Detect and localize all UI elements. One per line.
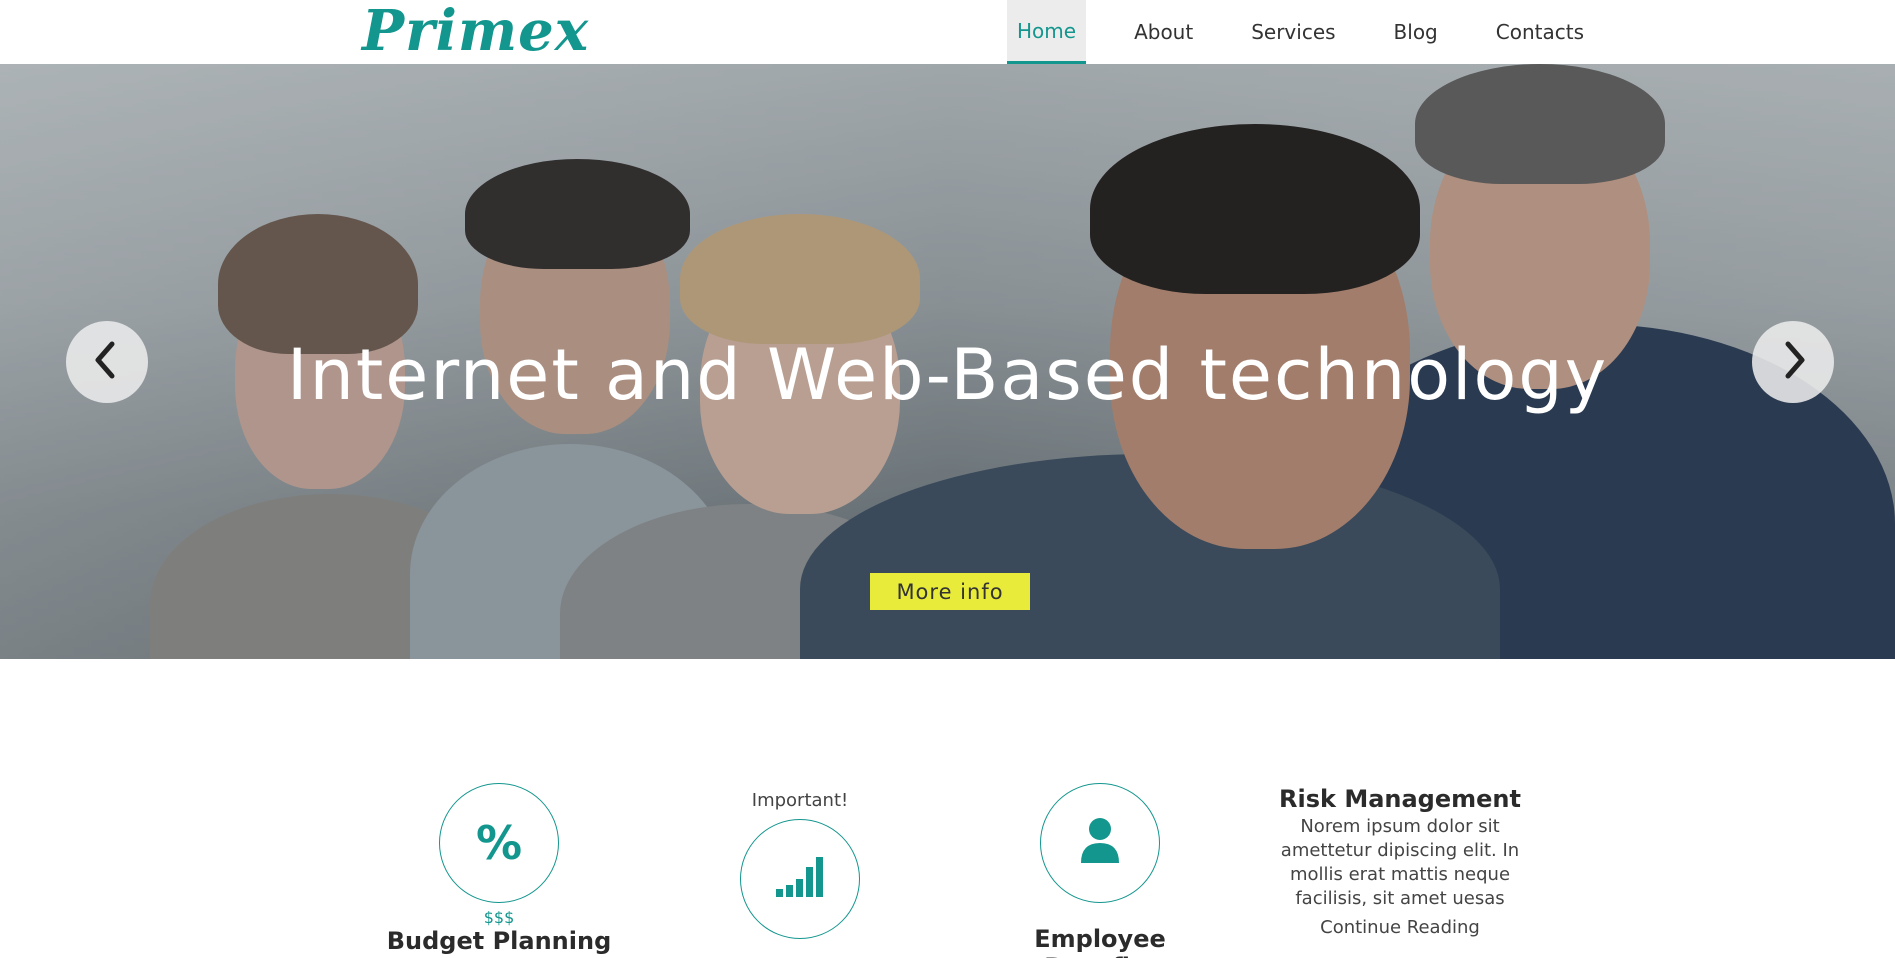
site-logo[interactable]: Primex	[362, 0, 589, 64]
chevron-right-icon	[1776, 340, 1810, 384]
risk-text-line: Norem ipsum dolor sit	[1300, 816, 1500, 837]
signal-bars-icon	[774, 855, 826, 903]
nav-item-contacts[interactable]: Contacts	[1486, 0, 1594, 64]
hero-title: Internet and Web-Based technology	[286, 334, 1609, 416]
risk-text-line: mollis erat mattis neque	[1289, 864, 1511, 885]
hero-slider: Internet and Web-Based technology More i…	[0, 64, 1895, 659]
nav-item-services[interactable]: Services	[1241, 0, 1345, 64]
chevron-left-icon	[90, 340, 124, 384]
budget-title: Budget Planning	[386, 927, 612, 955]
main-nav: Home About Services Blog Contacts	[1007, 0, 1594, 64]
important-label: Important!	[751, 790, 849, 811]
feature-employee-benefits: Employee Benefits	[980, 783, 1220, 958]
person-icon	[1078, 817, 1122, 869]
feature-important: Important!	[720, 790, 880, 939]
continue-reading-link[interactable]: Continue Reading	[1270, 917, 1530, 938]
feature-risk-management: Risk Management Norem ipsum dolor sit am…	[1270, 783, 1530, 938]
risk-title: Risk Management	[1279, 785, 1521, 813]
important-circle	[740, 819, 860, 939]
employee-title: Employee Benefits	[1034, 925, 1166, 958]
feature-budget-planning: % $$$ Budget Planning	[383, 783, 615, 955]
budget-circle: %	[439, 783, 559, 903]
budget-caption: $$$	[483, 908, 515, 927]
slider-next-button[interactable]	[1752, 321, 1834, 403]
nav-item-about[interactable]: About	[1124, 0, 1203, 64]
site-header: Primex Home About Services Blog Contacts	[0, 0, 1895, 64]
risk-text-line: amettetur dipiscing elit. In	[1280, 840, 1520, 861]
nav-item-blog[interactable]: Blog	[1384, 0, 1448, 64]
employee-circle	[1040, 783, 1160, 903]
nav-item-home[interactable]: Home	[1007, 0, 1087, 64]
slider-prev-button[interactable]	[66, 321, 148, 403]
percent-icon: %	[475, 816, 523, 870]
risk-text-line: facilisis, sit amet uesas	[1295, 888, 1505, 909]
more-info-button[interactable]: More info	[870, 573, 1030, 610]
